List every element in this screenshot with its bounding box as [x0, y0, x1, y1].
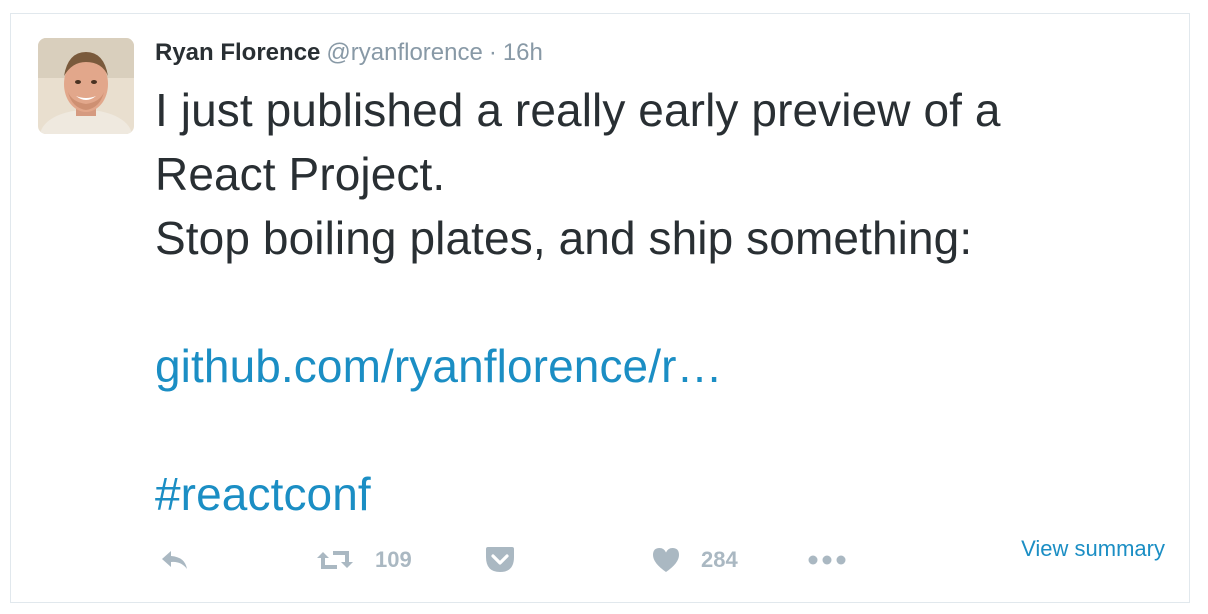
tweet-text: I just published a really early preview …	[155, 78, 1135, 526]
retweet-count: 109	[375, 547, 412, 572]
tweet-text-line: React Project.	[155, 148, 446, 200]
more-icon	[808, 555, 846, 565]
tweet-link[interactable]: github.com/ryanflorence/r…	[155, 340, 723, 392]
tweet-hashtag[interactable]: #reactconf	[155, 468, 371, 520]
header-separator: ·	[488, 39, 497, 66]
author-fullname[interactable]: Ryan Florence	[155, 39, 320, 66]
line-break	[155, 398, 1135, 462]
reply-icon	[162, 551, 187, 569]
tweet-timestamp[interactable]: 16h	[503, 39, 543, 66]
like-button[interactable]: 284	[651, 540, 738, 580]
retweet-button[interactable]: 109	[315, 540, 412, 580]
tweet-card: Ryan Florence @ryanflorence · 16h I just pu…	[10, 13, 1190, 603]
retweet-icon	[317, 551, 353, 569]
tweet-header: Ryan Florence @ryanflorence · 16h	[155, 37, 543, 69]
more-button[interactable]	[807, 540, 847, 580]
tweet-text-line: Stop boiling plates, and ship something:	[155, 212, 973, 264]
view-summary-link[interactable]: View summary	[1021, 536, 1165, 562]
pocket-icon	[486, 547, 514, 572]
like-count: 284	[701, 547, 738, 572]
avatar[interactable]	[38, 38, 134, 134]
tweet-text-line: I just published a really early preview …	[155, 84, 1001, 136]
heart-icon	[653, 548, 679, 572]
pocket-button[interactable]	[483, 540, 517, 580]
avatar-image	[38, 38, 134, 134]
reply-button[interactable]	[159, 540, 191, 580]
author-username[interactable]: @ryanflorence	[326, 39, 482, 66]
line-break	[155, 270, 1135, 334]
